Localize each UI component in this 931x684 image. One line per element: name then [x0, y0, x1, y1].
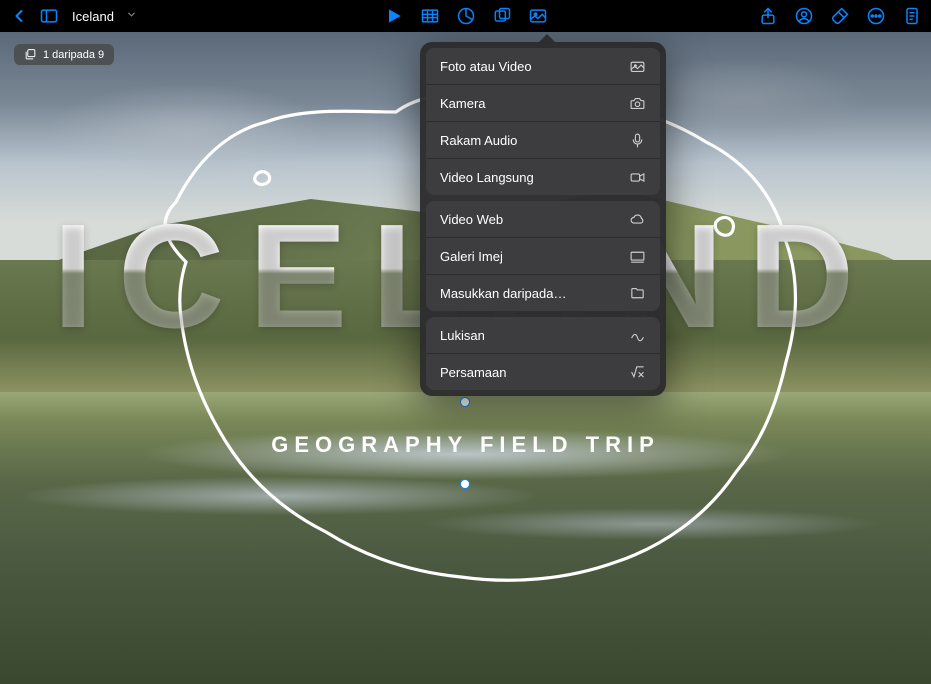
share-button[interactable]	[757, 5, 779, 27]
folder-icon	[628, 284, 646, 302]
menu-item[interactable]: Masukkan daripada…	[426, 275, 660, 311]
slides-stack-icon	[24, 48, 37, 61]
document-title[interactable]: Iceland	[72, 9, 114, 24]
sidebar-icon[interactable]	[38, 5, 60, 27]
menu-item[interactable]: Lukisan	[426, 317, 660, 354]
menu-item-label: Rakam Audio	[440, 133, 517, 148]
document-options-button[interactable]	[901, 5, 923, 27]
slide-count-badge[interactable]: 1 daripada 9	[14, 44, 114, 65]
menu-item[interactable]: Video Langsung	[426, 159, 660, 195]
menu-item-label: Persamaan	[440, 365, 506, 380]
camera-icon	[628, 94, 646, 112]
scribble-icon	[628, 326, 646, 344]
slide-subtitle[interactable]: GEOGRAPHY FIELD TRIP	[271, 432, 660, 458]
slide-count-label: 1 daripada 9	[43, 49, 104, 61]
chevron-down-icon[interactable]	[126, 7, 137, 25]
video-camera-icon	[628, 168, 646, 186]
equation-icon	[628, 363, 646, 381]
back-button[interactable]	[8, 5, 30, 27]
menu-item-label: Video Web	[440, 212, 503, 227]
table-button[interactable]	[419, 5, 441, 27]
menu-item-label: Masukkan daripada…	[440, 286, 566, 301]
menu-item-label: Lukisan	[440, 328, 485, 343]
menu-item-label: Kamera	[440, 96, 486, 111]
menu-item-label: Video Langsung	[440, 170, 534, 185]
more-button[interactable]	[865, 5, 887, 27]
play-button[interactable]	[383, 5, 405, 27]
text-button[interactable]	[491, 5, 513, 27]
menu-item-label: Galeri Imej	[440, 249, 503, 264]
menu-item[interactable]: Video Web	[426, 201, 660, 238]
chart-button[interactable]	[455, 5, 477, 27]
toolbar: Iceland	[0, 0, 931, 32]
toolbar-right	[757, 5, 923, 27]
menu-item[interactable]: Foto atau Video	[426, 48, 660, 85]
menu-group: Foto atau Video Kamera Rakam Audio Video La…	[426, 48, 660, 195]
microphone-icon	[628, 131, 646, 149]
menu-group: Lukisan Persamaan	[426, 317, 660, 390]
photo-video-icon	[628, 57, 646, 75]
menu-item[interactable]: Persamaan	[426, 354, 660, 390]
toolbar-left: Iceland	[8, 5, 137, 27]
menu-item[interactable]: Kamera	[426, 85, 660, 122]
collaborate-button[interactable]	[793, 5, 815, 27]
selection-handle-top[interactable]	[460, 397, 470, 407]
insert-media-popover: Foto atau Video Kamera Rakam Audio Video La…	[420, 42, 666, 396]
toolbar-center	[383, 5, 549, 27]
menu-item[interactable]: Galeri Imej	[426, 238, 660, 275]
gallery-icon	[628, 247, 646, 265]
selection-handle-bottom[interactable]	[460, 479, 470, 489]
menu-item[interactable]: Rakam Audio	[426, 122, 660, 159]
media-insert-button[interactable]	[527, 5, 549, 27]
cloud-icon	[628, 210, 646, 228]
menu-item-label: Foto atau Video	[440, 59, 532, 74]
format-brush-button[interactable]	[829, 5, 851, 27]
menu-group: Video Web Galeri Imej Masukkan daripada…	[426, 201, 660, 311]
